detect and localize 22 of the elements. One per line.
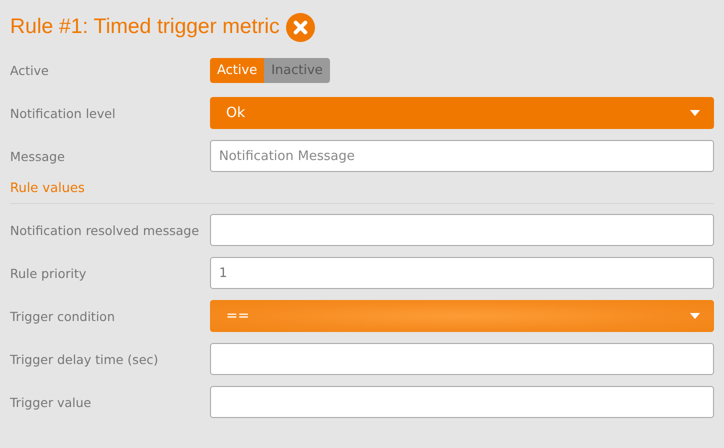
field-label: Rule priority xyxy=(10,266,88,280)
input-field[interactable] xyxy=(210,343,714,375)
toggle-option[interactable]: Inactive xyxy=(264,58,330,82)
section-heading: Rule values xyxy=(10,181,714,204)
input-field[interactable]: Notification Message xyxy=(210,140,714,172)
caret-icon xyxy=(690,110,700,116)
input-field[interactable] xyxy=(210,386,714,418)
field-label: Trigger condition xyxy=(10,308,116,324)
field-label: Notification level xyxy=(10,106,116,120)
field-label: Trigger delay time (sec) xyxy=(10,352,160,366)
rule-title: Rule #1: Timed trigger metric xyxy=(10,15,280,39)
field-label: Message xyxy=(10,148,66,164)
input-field[interactable] xyxy=(210,214,714,246)
close-icon[interactable] xyxy=(286,12,315,42)
select-field[interactable]: == xyxy=(210,300,714,332)
toggle-option[interactable]: Active xyxy=(210,58,264,82)
input-field[interactable]: 1 xyxy=(210,257,714,289)
field-label: Notification resolved message xyxy=(10,222,200,238)
select-field[interactable]: Ok xyxy=(210,97,714,129)
field-label: Active xyxy=(10,62,50,78)
field-label: Trigger value xyxy=(10,394,92,410)
caret-icon xyxy=(690,313,700,319)
